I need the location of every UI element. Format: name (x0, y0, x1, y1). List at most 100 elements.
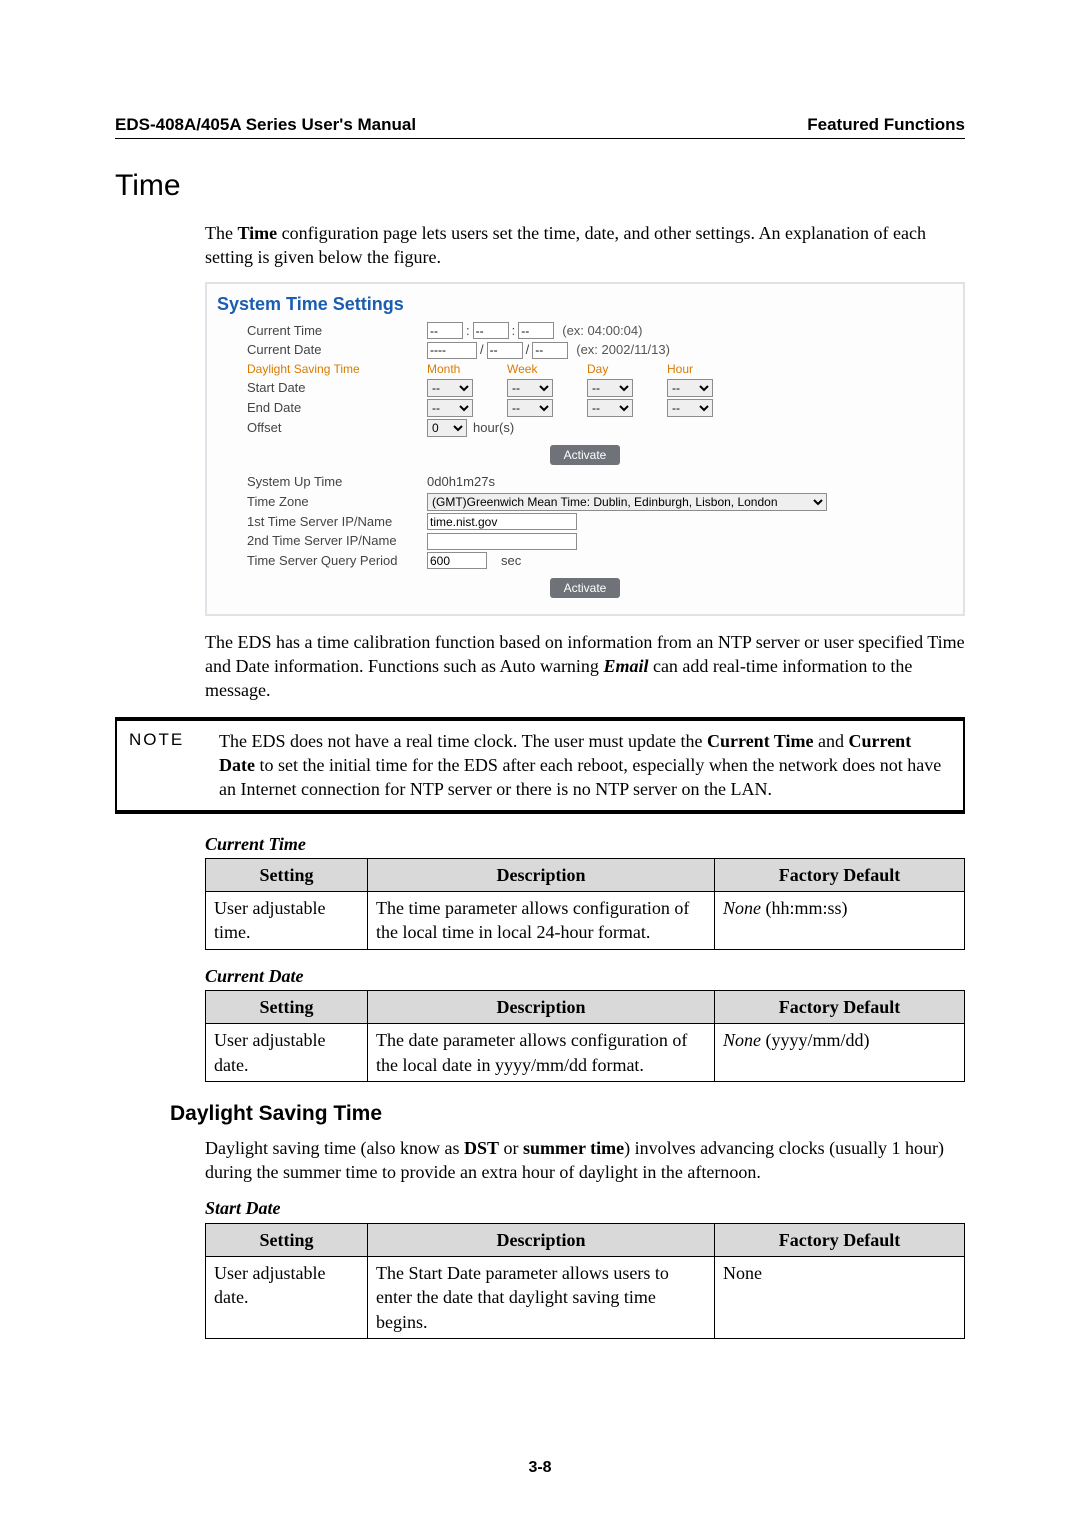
page-header: EDS-408A/405A Series User's Manual Featu… (115, 115, 965, 139)
current-date-month-input[interactable] (487, 342, 523, 359)
date-hint: (ex: 2002/11/13) (576, 341, 670, 359)
dst-t2: or (499, 1138, 523, 1158)
label-dst: Daylight Saving Time (217, 361, 427, 377)
dst-b1: DST (464, 1138, 499, 1158)
query-period-unit: sec (501, 552, 521, 570)
cell-default: None (hh:mm:ss) (715, 892, 965, 950)
start-month-select[interactable]: -- (427, 379, 473, 397)
th-default: Factory Default (715, 1223, 965, 1256)
cell-default-italic: None (723, 898, 761, 918)
note-body: The EDS does not have a real time clock.… (219, 729, 951, 802)
time-colon-1: : (466, 322, 470, 340)
current-time-hour-input[interactable] (427, 322, 463, 339)
cell-default-rest: (yyyy/mm/dd) (761, 1030, 870, 1050)
current-time-min-input[interactable] (473, 322, 509, 339)
label-offset: Offset (217, 419, 427, 437)
cell-desc: The Start Date parameter allows users to… (368, 1257, 715, 1339)
table-header-row: Setting Description Factory Default (206, 1223, 965, 1256)
section-title: Time (115, 169, 965, 203)
label-server1: 1st Time Server IP/Name (217, 513, 427, 531)
dst-head-day: Day (587, 361, 667, 377)
table-header-row: Setting Description Factory Default (206, 991, 965, 1024)
cell-desc: The time parameter allows configuration … (368, 892, 715, 950)
dst-b2: summer time (523, 1138, 624, 1158)
server1-input[interactable] (427, 513, 577, 530)
header-left: EDS-408A/405A Series User's Manual (115, 115, 416, 135)
timezone-select[interactable]: (GMT)Greenwich Mean Time: Dublin, Edinbu… (427, 493, 827, 511)
label-timezone: Time Zone (217, 493, 427, 511)
label-query-period: Time Server Query Period (217, 552, 427, 570)
table-row: User adjustable time. The time parameter… (206, 892, 965, 950)
start-week-select[interactable]: -- (507, 379, 553, 397)
intro-pre: The (205, 223, 237, 243)
label-uptime: System Up Time (217, 473, 427, 491)
end-hour-select[interactable]: -- (667, 399, 713, 417)
label-current-time: Current Time (217, 322, 427, 340)
paragraph-2: The EDS has a time calibration function … (205, 630, 965, 703)
cell-setting: User adjustable date. (206, 1257, 368, 1339)
end-week-select[interactable]: -- (507, 399, 553, 417)
uptime-value: 0d0h1m27s (427, 473, 495, 491)
dst-head-month: Month (427, 361, 507, 377)
cell-default: None (715, 1257, 965, 1339)
note-t3: to set the initial time for the EDS afte… (219, 755, 941, 799)
note-label: NOTE (129, 729, 219, 802)
page-number: 3-8 (0, 1459, 1080, 1477)
table-row: User adjustable date. The Start Date par… (206, 1257, 965, 1339)
start-day-select[interactable]: -- (587, 379, 633, 397)
th-setting: Setting (206, 858, 368, 891)
note-t1: The EDS does not have a real time clock.… (219, 731, 707, 751)
intro-paragraph: The Time configuration page lets users s… (205, 221, 965, 270)
table-row: User adjustable date. The date parameter… (206, 1024, 965, 1082)
table-title-current-time: Current Time (205, 832, 965, 856)
intro-bold: Time (237, 223, 277, 243)
dst-paragraph: Daylight saving time (also know as DST o… (205, 1136, 965, 1185)
time-hint: (ex: 04:00:04) (562, 322, 642, 340)
note-b1: Current Time (707, 731, 814, 751)
th-default: Factory Default (715, 858, 965, 891)
th-description: Description (368, 991, 715, 1024)
end-month-select[interactable]: -- (427, 399, 473, 417)
time-colon-2: : (512, 322, 516, 340)
cell-desc: The date parameter allows configuration … (368, 1024, 715, 1082)
cell-setting: User adjustable time. (206, 892, 368, 950)
note-t2: and (814, 731, 849, 751)
header-right: Featured Functions (807, 115, 965, 135)
label-start-date: Start Date (217, 379, 427, 397)
cell-default-italic: None (723, 1030, 761, 1050)
query-period-input[interactable] (427, 552, 487, 569)
cell-default: None (yyyy/mm/dd) (715, 1024, 965, 1082)
th-description: Description (368, 858, 715, 891)
server2-input[interactable] (427, 533, 577, 550)
label-current-date: Current Date (217, 341, 427, 359)
table-start-date: Setting Description Factory Default User… (205, 1223, 965, 1339)
date-slash-2: / (526, 341, 530, 359)
current-date-day-input[interactable] (532, 342, 568, 359)
p2-email: Email (603, 656, 648, 676)
date-slash-1: / (480, 341, 484, 359)
th-setting: Setting (206, 991, 368, 1024)
label-server2: 2nd Time Server IP/Name (217, 532, 427, 550)
end-day-select[interactable]: -- (587, 399, 633, 417)
table-title-start-date: Start Date (205, 1196, 965, 1220)
shot-title: System Time Settings (217, 292, 953, 316)
offset-select[interactable]: 0 (427, 419, 467, 437)
cell-setting: User adjustable date. (206, 1024, 368, 1082)
label-end-date: End Date (217, 399, 427, 417)
table-title-current-date: Current Date (205, 964, 965, 988)
offset-unit: hour(s) (473, 419, 514, 437)
current-time-sec-input[interactable] (518, 322, 554, 339)
activate-button-1[interactable]: Activate (550, 445, 621, 465)
table-current-time: Setting Description Factory Default User… (205, 858, 965, 950)
subsection-dst-heading: Daylight Saving Time (170, 1102, 965, 1126)
intro-post: configuration page lets users set the ti… (205, 223, 926, 267)
system-time-settings-screenshot: System Time Settings Current Time : : (e… (205, 282, 965, 616)
table-current-date: Setting Description Factory Default User… (205, 990, 965, 1082)
start-hour-select[interactable]: -- (667, 379, 713, 397)
cell-default-rest: (hh:mm:ss) (761, 898, 848, 918)
current-date-year-input[interactable] (427, 342, 477, 359)
activate-button-2[interactable]: Activate (550, 578, 621, 598)
th-description: Description (368, 1223, 715, 1256)
dst-head-hour: Hour (667, 361, 727, 377)
dst-t1: Daylight saving time (also know as (205, 1138, 464, 1158)
